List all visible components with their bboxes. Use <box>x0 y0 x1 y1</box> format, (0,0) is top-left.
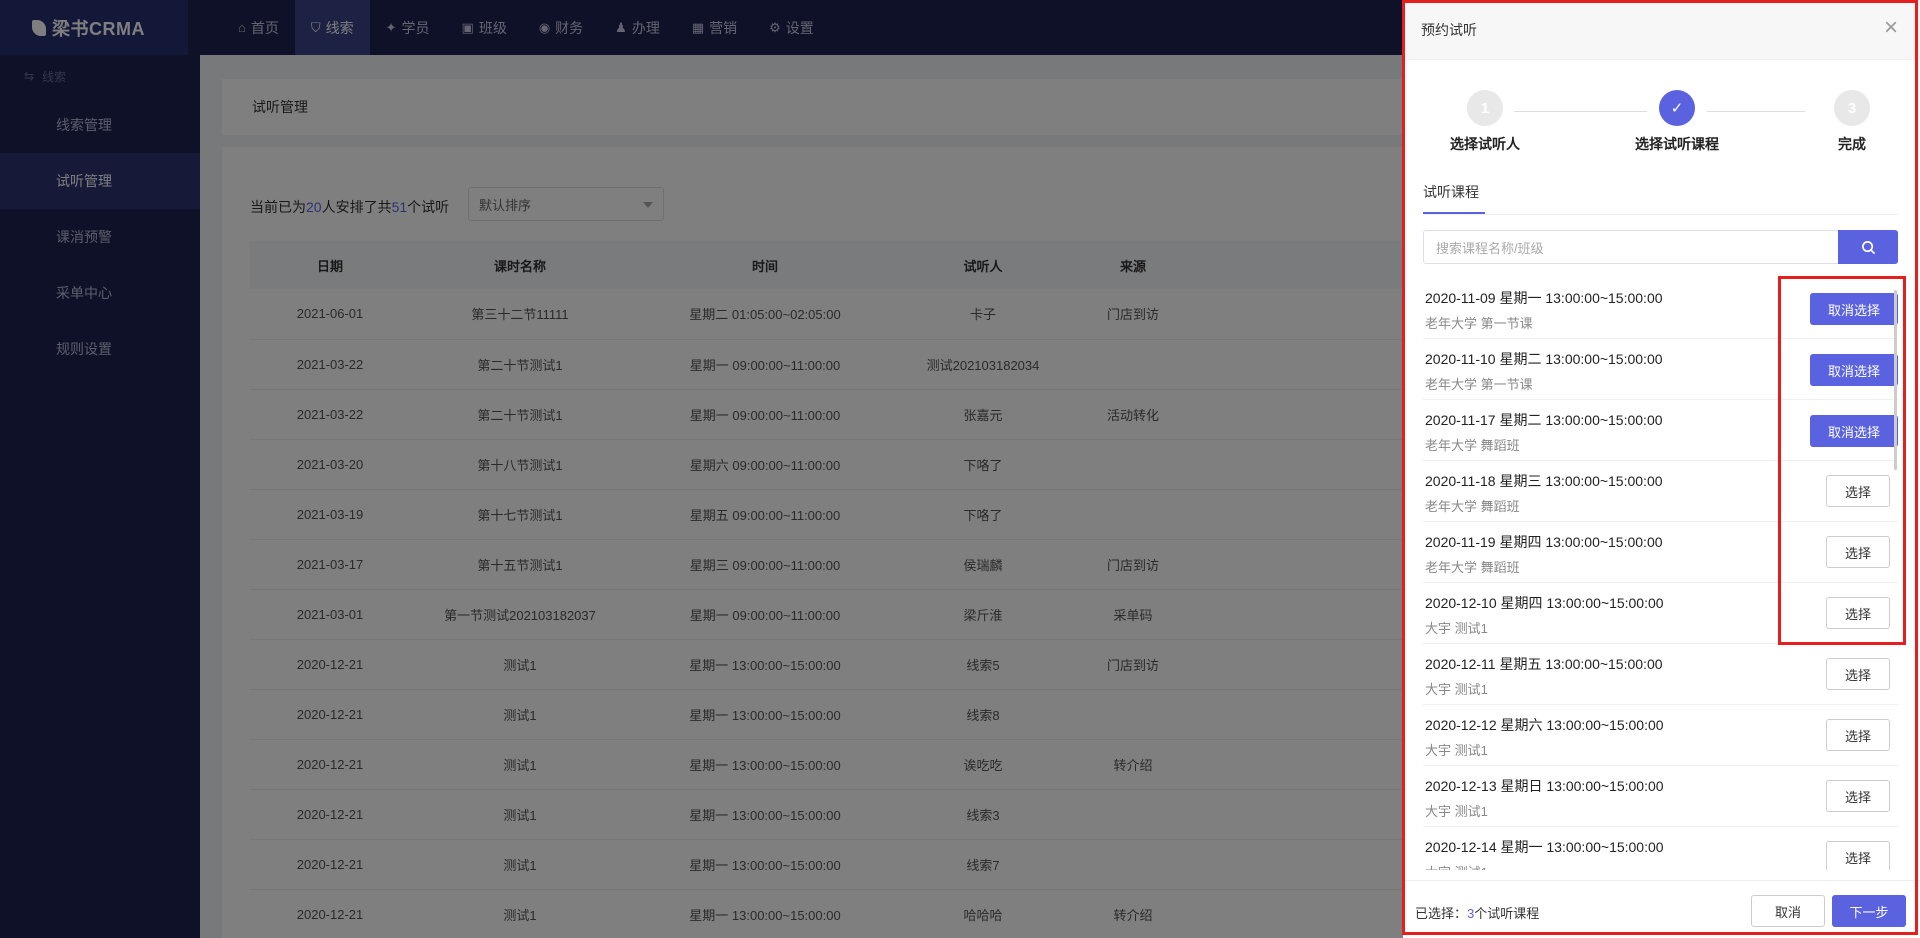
course-item: 2020-12-12 星期六 13:00:00~15:00:00 大宇 测试1 选择 <box>1423 705 1898 766</box>
deselect-button[interactable]: 取消选择 <box>1810 415 1898 447</box>
course-item-title: 2020-12-12 星期六 13:00:00~15:00:00 <box>1425 717 1664 733</box>
course-item: 2020-11-09 星期一 13:00:00~15:00:00 老年大学 第一节… <box>1423 278 1898 339</box>
drawer-header: 预约试听 × <box>1403 0 1920 60</box>
search-placeholder: 搜索课程名称/班级 <box>1436 240 1544 256</box>
course-item-subtitle: 老年大学 舞蹈班 <box>1425 560 1520 575</box>
drawer-footer: 已选择：3个试听课程 取消 下一步 <box>1403 880 1920 938</box>
course-item-title: 2020-12-13 星期日 13:00:00~15:00:00 <box>1425 778 1664 794</box>
drawer-title: 预约试听 <box>1421 21 1477 38</box>
course-item: 2020-12-13 星期日 13:00:00~15:00:00 大宇 测试1 选择 <box>1423 766 1898 827</box>
course-list: 2020-11-09 星期一 13:00:00~15:00:00 老年大学 第一节… <box>1423 278 1898 870</box>
cancel-button[interactable]: 取消 <box>1751 895 1825 927</box>
course-item-title: 2020-11-09 星期一 13:00:00~15:00:00 <box>1425 290 1663 306</box>
select-button[interactable]: 选择 <box>1826 475 1890 507</box>
select-button[interactable]: 选择 <box>1826 597 1890 629</box>
select-button[interactable]: 选择 <box>1826 780 1890 812</box>
check-icon: ✓ <box>1659 90 1695 126</box>
step-2-label: 选择试听课程 <box>1635 136 1719 152</box>
course-item-title: 2020-12-10 星期四 13:00:00~15:00:00 <box>1425 595 1664 611</box>
tab-trial-courses[interactable]: 试听课程 <box>1423 182 1479 210</box>
course-item-subtitle: 大宇 测试1 <box>1425 682 1488 697</box>
step-3-label: 完成 <box>1838 136 1866 152</box>
step-1-circle: 1 <box>1467 90 1503 126</box>
step-1: 1 选择试听人 <box>1425 90 1545 154</box>
course-item: 2020-11-18 星期三 13:00:00~15:00:00 老年大学 舞蹈班… <box>1423 461 1898 522</box>
course-item-subtitle: 大宇 测试1 <box>1425 621 1488 636</box>
select-button[interactable]: 选择 <box>1826 719 1890 751</box>
select-button[interactable]: 选择 <box>1826 841 1890 870</box>
course-item-subtitle: 老年大学 第一节课 <box>1425 316 1533 331</box>
course-item: 2020-12-10 星期四 13:00:00~15:00:00 大宇 测试1 选择 <box>1423 583 1898 644</box>
search-button[interactable] <box>1838 230 1898 264</box>
selected-count-text: 已选择：3个试听课程 <box>1415 903 1539 922</box>
tab-divider <box>1423 214 1898 215</box>
course-item: 2020-11-17 星期二 13:00:00~15:00:00 老年大学 舞蹈班… <box>1423 400 1898 461</box>
step-3: 3 完成 <box>1792 90 1912 154</box>
deselect-button[interactable]: 取消选择 <box>1810 354 1898 386</box>
course-search-input[interactable]: 搜索课程名称/班级 <box>1423 230 1898 264</box>
course-item-title: 2020-11-19 星期四 13:00:00~15:00:00 <box>1425 534 1663 550</box>
close-icon[interactable]: × <box>1884 16 1898 40</box>
course-item: 2020-11-10 星期二 13:00:00~15:00:00 老年大学 第一节… <box>1423 339 1898 400</box>
course-item-subtitle: 老年大学 舞蹈班 <box>1425 499 1520 514</box>
course-item-title: 2020-11-10 星期二 13:00:00~15:00:00 <box>1425 351 1663 367</box>
search-icon <box>1861 240 1875 254</box>
course-item-title: 2020-12-11 星期五 13:00:00~15:00:00 <box>1425 656 1663 672</box>
course-item-title: 2020-12-14 星期一 13:00:00~15:00:00 <box>1425 839 1664 855</box>
course-item-subtitle: 大宇 测试1 <box>1425 804 1488 819</box>
step-3-circle: 3 <box>1834 90 1870 126</box>
course-item: 2020-12-14 星期一 13:00:00~15:00:00 大宇 测试1 选择 <box>1423 827 1898 870</box>
course-item-title: 2020-11-17 星期二 13:00:00~15:00:00 <box>1425 412 1663 428</box>
stepper: 1 选择试听人 ✓ 选择试听课程 3 完成 <box>1403 90 1920 170</box>
tab-active-indicator <box>1423 212 1485 214</box>
course-item-subtitle: 老年大学 舞蹈班 <box>1425 438 1520 453</box>
selected-prefix: 已选择： <box>1415 906 1468 921</box>
course-item-subtitle: 老年大学 第一节课 <box>1425 377 1533 392</box>
select-button[interactable]: 选择 <box>1826 536 1890 568</box>
next-step-button[interactable]: 下一步 <box>1832 895 1906 927</box>
list-scrollbar[interactable] <box>1894 290 1897 470</box>
course-item: 2020-11-19 星期四 13:00:00~15:00:00 老年大学 舞蹈班… <box>1423 522 1898 583</box>
select-button[interactable]: 选择 <box>1826 658 1890 690</box>
course-item: 2020-12-11 星期五 13:00:00~15:00:00 大宇 测试1 选择 <box>1423 644 1898 705</box>
course-item-title: 2020-11-18 星期三 13:00:00~15:00:00 <box>1425 473 1663 489</box>
booking-drawer: 预约试听 × 1 选择试听人 ✓ 选择试听课程 3 完成 试听课程 搜索课程名称… <box>1403 0 1920 938</box>
course-item-subtitle: 大宇 测试1 <box>1425 743 1488 758</box>
selected-suffix: 个试听课程 <box>1474 906 1540 921</box>
course-item-subtitle: 大宇 测试1 <box>1425 862 1488 870</box>
step-1-label: 选择试听人 <box>1450 136 1520 152</box>
deselect-button[interactable]: 取消选择 <box>1810 293 1898 325</box>
step-2: ✓ 选择试听课程 <box>1617 90 1737 154</box>
